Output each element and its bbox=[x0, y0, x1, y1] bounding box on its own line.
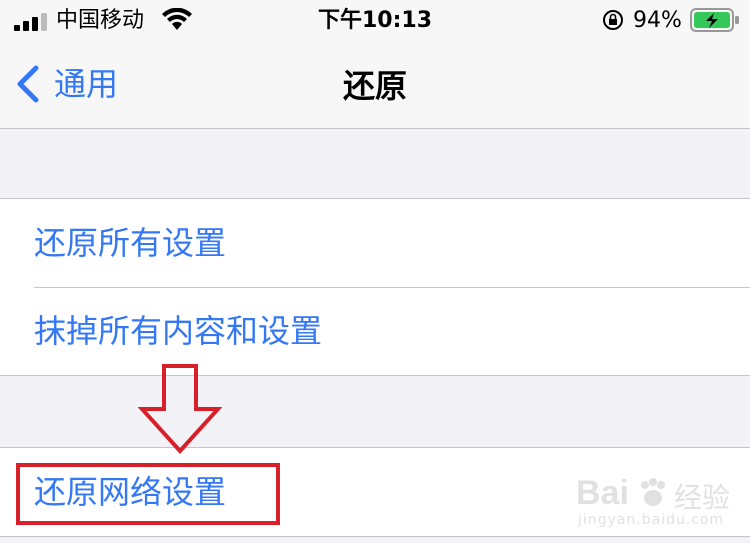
watermark-url: jingyan.baidu.com bbox=[578, 512, 725, 528]
erase-all-content-label: 抹掉所有内容和设置 bbox=[34, 312, 323, 350]
watermark-brand-cn: 经验 bbox=[674, 481, 731, 514]
status-bar: 中国移动 下午10:13 94% bbox=[0, 0, 750, 44]
annotation-arrow-down-icon bbox=[138, 364, 222, 454]
reset-all-settings-label: 还原所有设置 bbox=[34, 224, 227, 262]
watermark: Bai 经验 jingyan.baidu.com bbox=[576, 470, 746, 540]
paw-icon bbox=[641, 478, 665, 506]
page-title: 还原 bbox=[342, 67, 407, 105]
battery-percent: 94% bbox=[633, 8, 682, 33]
reset-options-group: 还原所有设置 抹掉所有内容和设置 bbox=[0, 198, 750, 376]
battery-charging-icon bbox=[690, 8, 739, 32]
navigation-bar: 通用 还原 bbox=[0, 44, 750, 129]
reset-all-settings-item[interactable]: 还原所有设置 bbox=[0, 199, 750, 288]
watermark-brand-latin: Bai bbox=[576, 474, 629, 512]
annotation-highlight-box bbox=[16, 463, 280, 525]
orientation-lock-icon bbox=[603, 10, 623, 30]
erase-all-content-item[interactable]: 抹掉所有内容和设置 bbox=[0, 287, 750, 375]
